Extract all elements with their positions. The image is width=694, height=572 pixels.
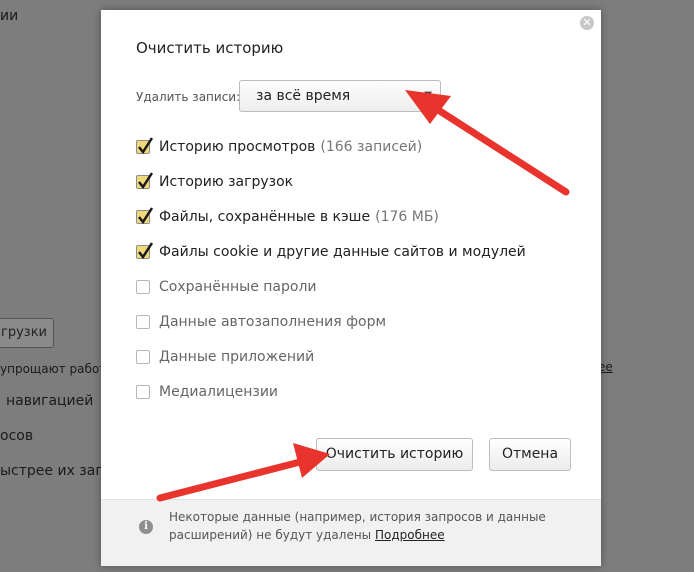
dialog-title: Очистить историю — [136, 39, 284, 57]
bg-text-fragment: ии — [0, 8, 19, 24]
clear-history-button[interactable]: Очистить историю — [316, 438, 473, 471]
option-label: Данные приложений — [159, 349, 315, 365]
history-option[interactable]: Данные приложений — [136, 346, 314, 368]
close-icon[interactable]: ✕ — [580, 16, 594, 30]
bg-downloads-button[interactable]: грузки — [0, 318, 54, 348]
option-count: (176 МБ) — [375, 209, 439, 225]
history-option[interactable]: Медиалицензии — [136, 381, 278, 403]
history-option[interactable]: Файлы, сохранённые в кэше (176 МБ) — [136, 206, 439, 228]
checkmark-icon — [138, 242, 154, 260]
option-count: (166 записей) — [320, 139, 423, 155]
history-option[interactable]: Файлы cookie и другие данные сайтов и мо… — [136, 241, 526, 263]
checkbox[interactable] — [136, 315, 150, 329]
option-label: Историю загрузок — [159, 174, 294, 190]
bg-text-fragment: ыстрее их загр — [0, 463, 112, 479]
checkmark-icon — [138, 137, 154, 155]
checkbox[interactable] — [136, 385, 150, 399]
checkbox[interactable] — [136, 242, 154, 260]
option-label: Сохранённые пароли — [159, 279, 317, 295]
option-label: Файлы, сохранённые в кэше — [159, 209, 371, 225]
clear-history-dialog: ✕ Очистить историю Удалить записи: за вс… — [101, 10, 601, 566]
option-label: Файлы cookie и другие данные сайтов и мо… — [159, 244, 526, 260]
checkbox[interactable] — [136, 350, 150, 364]
footer-note-text: Некоторые данные (например, история запр… — [169, 510, 546, 542]
period-select-value: за всё время — [256, 88, 351, 104]
more-info-link[interactable]: Подробнее — [375, 528, 445, 542]
option-label: Историю просмотров — [159, 139, 316, 155]
bg-text-fragment: упрощают работ — [0, 362, 107, 376]
footer-note: Некоторые данные (например, история запр… — [169, 508, 569, 544]
checkbox[interactable] — [136, 172, 154, 190]
chevron-down-icon: ▼ — [424, 90, 432, 101]
period-select[interactable]: за всё время ▼ — [239, 80, 441, 112]
period-label: Удалить записи: — [136, 90, 241, 104]
history-option[interactable]: Данные автозаполнения форм — [136, 311, 386, 333]
checkbox[interactable] — [136, 207, 154, 225]
checkmark-icon — [138, 172, 154, 190]
option-label: Медиалицензии — [159, 384, 279, 400]
option-label: Данные автозаполнения форм — [159, 314, 387, 330]
history-option[interactable]: Сохранённые пароли — [136, 276, 317, 298]
history-option[interactable]: Историю просмотров (166 записей) — [136, 136, 422, 158]
checkbox[interactable] — [136, 137, 154, 155]
checkmark-icon — [138, 207, 154, 225]
bg-text-fragment: навигацией — [6, 393, 94, 409]
info-icon: i — [139, 520, 153, 534]
cancel-button[interactable]: Отмена — [489, 438, 571, 471]
bg-text-fragment: осов — [0, 428, 34, 444]
checkbox[interactable] — [136, 280, 150, 294]
history-option[interactable]: Историю загрузок — [136, 171, 293, 193]
dialog-footer: i Некоторые данные (например, история за… — [101, 499, 601, 566]
